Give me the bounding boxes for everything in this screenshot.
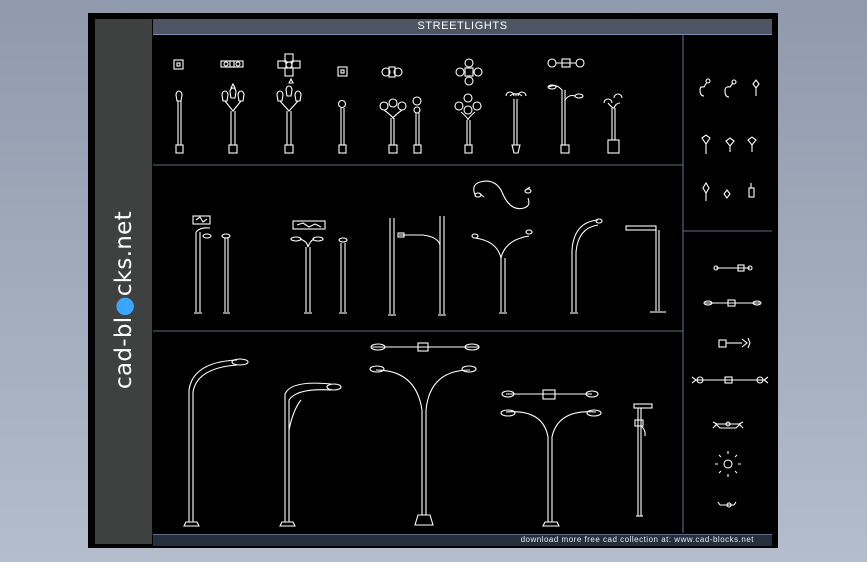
streetlight-drawing <box>153 34 772 533</box>
bracket-lamps <box>699 78 760 201</box>
road-light-top-views <box>691 264 769 508</box>
footer-bar: download more free cad collection at: ww… <box>153 534 772 546</box>
decorative-lamp-posts <box>175 77 623 154</box>
road-light-poles <box>183 342 653 527</box>
top-view-symbols <box>173 53 585 86</box>
footer-credit: download more free cad collection at: ww… <box>520 535 754 544</box>
standard-poles <box>192 180 666 316</box>
